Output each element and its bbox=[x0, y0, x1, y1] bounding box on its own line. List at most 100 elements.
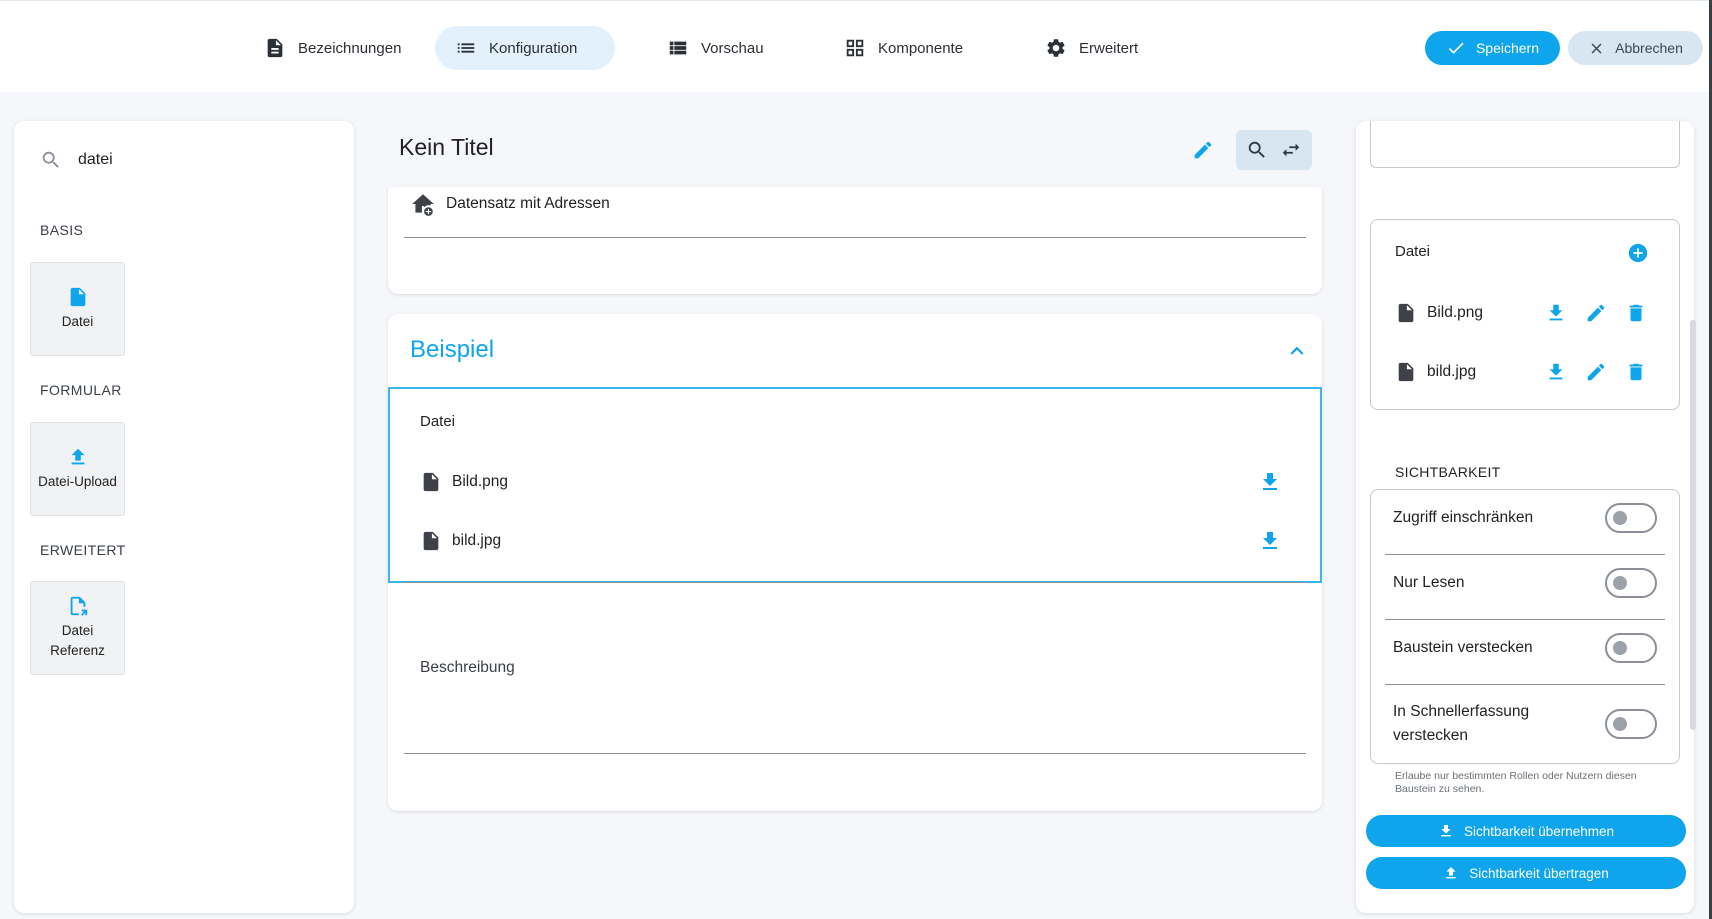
tab-label: Komponente bbox=[878, 39, 964, 57]
download-icon[interactable] bbox=[1258, 470, 1282, 494]
document-icon bbox=[267, 38, 283, 58]
gear-icon bbox=[1047, 39, 1065, 57]
apply-visibility-button[interactable]: Sichtbarkeit übernehmen bbox=[1366, 815, 1686, 847]
example-section-card: Beispiel Datei Bild.png bild.jpg Beschre… bbox=[388, 314, 1322, 811]
search-icon bbox=[42, 151, 59, 168]
description-label: Beschreibung bbox=[420, 659, 515, 676]
property-input[interactable] bbox=[1370, 121, 1680, 168]
upload-icon bbox=[71, 448, 84, 465]
download-icon[interactable] bbox=[1545, 361, 1567, 383]
property-file-row: bild.jpg bbox=[1395, 361, 1476, 383]
palette-item-datei-referenz[interactable]: Datei Referenz bbox=[30, 581, 125, 675]
properties-panel: Datei Bild.png bild.jpg SICHTBARKEIT Zug… bbox=[1356, 121, 1694, 913]
search-icon bbox=[1248, 141, 1265, 158]
file-item: Bild.png bbox=[420, 471, 508, 493]
palette-search bbox=[40, 149, 278, 171]
file-property-box: Datei Bild.png bild.jpg bbox=[1370, 219, 1680, 410]
chevron-up-icon[interactable] bbox=[1284, 338, 1310, 364]
file-name: bild.jpg bbox=[452, 532, 502, 549]
dataset-card: Datensatz mit Adressen bbox=[388, 187, 1322, 294]
tab-komponente[interactable]: Komponente bbox=[824, 26, 983, 70]
pencil-icon[interactable] bbox=[1585, 302, 1607, 324]
tab-vorschau[interactable]: Vorschau bbox=[647, 26, 784, 70]
pencil-icon bbox=[1194, 141, 1212, 159]
swap-button[interactable] bbox=[1274, 133, 1308, 167]
section-label-formular: FORMULAR bbox=[40, 382, 122, 398]
property-file-row: Bild.png bbox=[1395, 302, 1483, 324]
file-name: Bild.png bbox=[452, 473, 509, 490]
toggle-label: Nur Lesen bbox=[1393, 574, 1465, 591]
visibility-heading: SICHTBARKEIT bbox=[1395, 464, 1501, 480]
tab-bezeichnungen[interactable]: Bezeichnungen bbox=[244, 26, 421, 70]
add-circle-icon[interactable] bbox=[1627, 242, 1649, 264]
section-title: Beispiel bbox=[410, 336, 495, 363]
download-icon[interactable] bbox=[1545, 302, 1567, 324]
file-icon bbox=[1398, 303, 1414, 323]
download-icon bbox=[1441, 825, 1451, 837]
divider bbox=[1385, 619, 1665, 620]
transfer-visibility-button[interactable]: Sichtbarkeit übertragen bbox=[1366, 857, 1686, 889]
upload-icon bbox=[1446, 867, 1456, 879]
toggle-row: Zugriff einschränken bbox=[1371, 503, 1679, 533]
tab-label: Vorschau bbox=[701, 39, 764, 57]
pencil-icon[interactable] bbox=[1585, 361, 1607, 383]
divider bbox=[404, 582, 1306, 583]
title-actions bbox=[1186, 130, 1312, 170]
file-field-label: Datei bbox=[420, 413, 456, 430]
toggle-switch[interactable] bbox=[1605, 633, 1657, 663]
page-title: Kein Titel bbox=[399, 134, 494, 160]
palette-item-datei-upload[interactable]: Datei-Upload bbox=[30, 422, 125, 516]
download-icon[interactable] bbox=[1258, 529, 1282, 553]
trash-icon[interactable] bbox=[1625, 361, 1647, 383]
grid-icon bbox=[846, 39, 864, 57]
tab-konfiguration[interactable]: Konfiguration bbox=[435, 26, 615, 70]
dataset-row[interactable]: Datensatz mit Adressen bbox=[410, 191, 610, 217]
toggle-label: Baustein verstecken bbox=[1393, 639, 1533, 656]
cancel-label: Abbrechen bbox=[1615, 40, 1683, 56]
scrollbar[interactable] bbox=[1690, 320, 1696, 730]
tab-label: Konfiguration bbox=[489, 39, 578, 57]
description-input-line[interactable] bbox=[404, 753, 1306, 754]
palette-item-label: Datei Referenz bbox=[50, 623, 105, 658]
section-label-basis: BASIS bbox=[40, 222, 84, 238]
check-icon bbox=[1448, 42, 1464, 54]
toggle-switch[interactable] bbox=[1605, 709, 1657, 739]
tab-erweitert[interactable]: Erweitert bbox=[1025, 26, 1158, 70]
palette-item-datei[interactable]: Datei bbox=[30, 262, 125, 356]
view-list-icon bbox=[669, 41, 687, 55]
file-icon bbox=[1398, 362, 1414, 382]
button-label: Sichtbarkeit übertragen bbox=[1469, 865, 1609, 881]
tab-label: Erweitert bbox=[1079, 39, 1139, 57]
list-icon bbox=[457, 43, 475, 53]
divider bbox=[1385, 684, 1665, 685]
top-toolbar: Bezeichnungen Konfiguration Vorschau Kom… bbox=[0, 0, 1712, 92]
file-icon bbox=[423, 472, 439, 492]
visibility-hint: Erlaube nur bestimmten Rollen oder Nutze… bbox=[1395, 770, 1637, 795]
divider bbox=[1385, 554, 1665, 555]
file-icon bbox=[423, 531, 439, 551]
file-name: Bild.png bbox=[1427, 304, 1484, 321]
trash-icon[interactable] bbox=[1625, 302, 1647, 324]
file-field-selected[interactable]: Datei Bild.png bild.jpg bbox=[388, 387, 1322, 583]
toggle-label: Zugriff einschränken bbox=[1393, 509, 1534, 526]
edit-title-button[interactable] bbox=[1186, 133, 1220, 167]
home-add-icon bbox=[412, 194, 434, 216]
toggle-switch[interactable] bbox=[1605, 568, 1657, 598]
save-button[interactable]: Speichern bbox=[1425, 31, 1560, 65]
divider bbox=[404, 237, 1306, 238]
cancel-button[interactable]: Abbrechen bbox=[1568, 31, 1703, 65]
dataset-label: Datensatz mit Adressen bbox=[446, 195, 610, 212]
button-label: Sichtbarkeit übernehmen bbox=[1463, 823, 1615, 839]
toggle-label: In Schnellerfassung verstecken bbox=[1393, 703, 1530, 744]
search-button[interactable] bbox=[1240, 133, 1274, 167]
file-name: bild.jpg bbox=[1427, 363, 1477, 380]
tab-label: Bezeichnungen bbox=[298, 39, 402, 57]
swap-horiz-icon bbox=[1282, 143, 1300, 157]
file-link-icon bbox=[70, 596, 87, 616]
toggle-switch[interactable] bbox=[1605, 503, 1657, 533]
close-icon bbox=[1591, 43, 1602, 53]
file-property-header: Datei bbox=[1395, 243, 1431, 260]
search-input[interactable] bbox=[78, 151, 278, 169]
file-item: bild.jpg bbox=[420, 530, 501, 552]
section-label-erweitert: ERWEITERT bbox=[40, 542, 126, 558]
